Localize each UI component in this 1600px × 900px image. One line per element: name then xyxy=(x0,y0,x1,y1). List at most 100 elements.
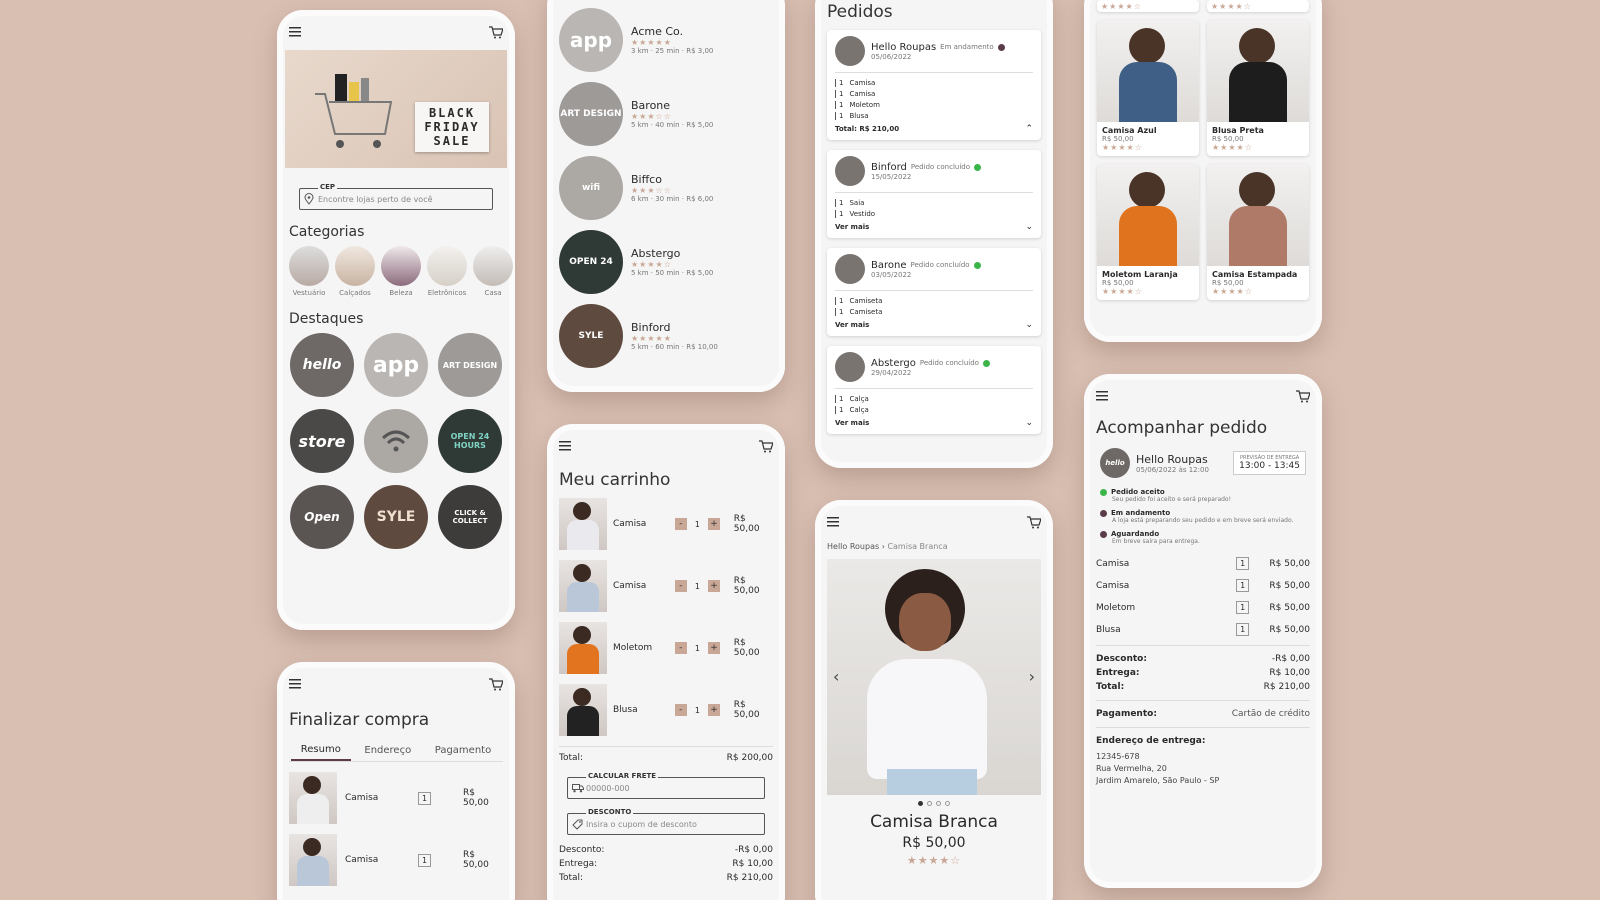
store-item[interactable]: ART DESIGN Barone ★★★☆☆ 5 km · 40 min · … xyxy=(559,82,773,146)
category-item[interactable]: Calçados xyxy=(335,246,375,297)
store-logo-app[interactable]: app xyxy=(364,333,428,397)
breadcrumb-store[interactable]: Hello Roupas xyxy=(827,542,879,551)
highlights-title: Destaques xyxy=(289,311,364,327)
menu-icon[interactable] xyxy=(559,441,571,451)
chevron-down-icon[interactable]: ⌄ xyxy=(1025,222,1033,232)
carousel-dot[interactable] xyxy=(945,801,950,806)
increase-qty-button[interactable]: + xyxy=(708,580,720,592)
order-date: 29/04/2022 xyxy=(871,368,912,377)
cart-items: Camisa - 1 + R$ 50,00 Camisa - 1 + R$ 50… xyxy=(559,498,773,736)
store-item[interactable]: SYLE Binford ★★★★★ 5 km · 60 min · R$ 10… xyxy=(559,304,773,368)
tracking-summary: Desconto: -R$ 0,00 Entrega: R$ 10,00 Total: R… xyxy=(1096,654,1310,692)
cart-icon[interactable] xyxy=(1296,389,1310,403)
checkout-item-name: Camisa xyxy=(345,855,379,865)
order-store-avatar xyxy=(835,156,865,186)
chevron-up-icon[interactable]: ⌃ xyxy=(1025,124,1033,134)
status-dot xyxy=(973,261,981,269)
black-friday-banner[interactable]: BLACK FRIDAY SALE xyxy=(285,50,507,168)
order-card[interactable]: Hello Roupas Em andamento 05/06/2022 1 Cam… xyxy=(827,30,1041,140)
cart-item-price: R$ 50,00 xyxy=(733,638,760,658)
category-item[interactable]: Eletrônicos xyxy=(427,246,467,297)
store-logo-wifi[interactable] xyxy=(364,409,428,473)
order-status: Pedido concluído xyxy=(910,163,970,171)
order-card[interactable]: Abstergo Pedido concluído 29/04/2022 1 Cal… xyxy=(827,346,1041,434)
increase-qty-button[interactable]: + xyxy=(708,642,720,654)
checkout-item-qty: 1 xyxy=(417,853,432,867)
cep-input[interactable]: CEP Encontre lojas perto de você xyxy=(299,183,493,210)
checkout-item-name: Camisa xyxy=(345,793,379,803)
product-card[interactable]: Camisa Estampada R$ 50,00 ★★★★☆ xyxy=(1207,164,1309,300)
tracking-summary-row: Total: R$ 210,00 xyxy=(1096,682,1310,692)
order-date: 15/05/2022 xyxy=(871,172,912,181)
store-info: 5 km · 50 min · R$ 5,00 xyxy=(631,269,714,277)
increase-qty-button[interactable]: + xyxy=(708,518,720,530)
tracking-step: Em andamento A loja está preparando seu … xyxy=(1100,509,1306,524)
decrease-qty-button[interactable]: - xyxy=(674,704,687,716)
tab-pagamento[interactable]: Pagamento xyxy=(425,741,501,760)
store-rating: ★★★★★ xyxy=(631,38,672,47)
tracking-store: Hello Roupas xyxy=(1136,452,1208,466)
category-item[interactable]: Beleza xyxy=(381,246,421,297)
decrease-qty-button[interactable]: - xyxy=(674,580,687,592)
store-logo-click-collect[interactable]: CLICK & COLLECT xyxy=(438,485,502,549)
order-card[interactable]: Binford Pedido concluído 15/05/2022 1 Saia… xyxy=(827,150,1041,238)
product-card[interactable]: Blusa Preta R$ 50,00 ★★★★☆ xyxy=(1207,20,1309,156)
cart-icon[interactable] xyxy=(489,25,503,39)
menu-icon[interactable] xyxy=(289,679,301,689)
store-logo-open[interactable]: Open xyxy=(290,485,354,549)
order-item: 1 Vestido xyxy=(835,210,1033,218)
order-card[interactable]: Barone Pedido concluído 03/05/2022 1 Camis… xyxy=(827,248,1041,336)
store-item[interactable]: app Acme Co. ★★★★★ 3 km · 25 min · R$ 3,… xyxy=(559,8,773,72)
carousel-dot[interactable] xyxy=(936,801,941,806)
chevron-down-icon[interactable]: ⌄ xyxy=(1025,320,1033,330)
menu-icon[interactable] xyxy=(1096,391,1108,401)
store-item[interactable]: wifi Biffco ★★★☆☆ 6 km · 30 min · R$ 6,0… xyxy=(559,156,773,220)
cart-item-qty: 1 xyxy=(694,643,700,653)
category-item[interactable]: Vestuário xyxy=(289,246,329,297)
tracking-item: Blusa 1 R$ 50,00 xyxy=(1096,623,1310,636)
cart-icon[interactable] xyxy=(489,677,503,691)
increase-qty-button[interactable]: + xyxy=(708,704,720,716)
order-store: Barone xyxy=(871,259,907,271)
menu-icon[interactable] xyxy=(827,517,839,527)
carousel-dot[interactable] xyxy=(927,801,932,806)
product-price: R$ 50,00 xyxy=(1212,279,1244,287)
checkout-tabs: Resumo Endereço Pagamento xyxy=(289,740,503,762)
order-list: Hello Roupas Em andamento 05/06/2022 1 Cam… xyxy=(827,30,1041,434)
product-card[interactable]: Camisa Azul R$ 50,00 ★★★★☆ xyxy=(1097,20,1199,156)
store-logo-art-design[interactable]: ART DESIGN xyxy=(438,333,502,397)
store-logo-open24[interactable]: OPEN 24 HOURS xyxy=(438,409,502,473)
tag-icon xyxy=(572,819,583,830)
cart-icon[interactable] xyxy=(1027,515,1041,529)
decrease-qty-button[interactable]: - xyxy=(674,642,687,654)
tab-resumo[interactable]: Resumo xyxy=(290,740,351,761)
product-card[interactable]: Moletom Laranja R$ 50,00 ★★★★☆ xyxy=(1097,164,1199,300)
order-status: Pedido concluído xyxy=(910,261,970,269)
desconto-input[interactable]: DESCONTO Insira o cupom de desconto xyxy=(567,808,765,835)
order-date: 05/06/2022 xyxy=(871,52,912,61)
frete-input[interactable]: CALCULAR FRETE 00000-000 xyxy=(567,772,765,799)
prev-image-button[interactable]: ‹ xyxy=(833,667,839,686)
cart-item-qty: 1 xyxy=(694,581,700,591)
cart-icon[interactable] xyxy=(759,439,773,453)
tab-endereco[interactable]: Endereço xyxy=(354,741,421,760)
order-footer: Ver mais xyxy=(835,419,870,427)
next-image-button[interactable]: › xyxy=(1029,667,1035,686)
chevron-down-icon[interactable]: ⌄ xyxy=(1025,418,1033,428)
product-thumb xyxy=(1207,164,1309,266)
category-item[interactable]: Casa xyxy=(473,246,513,297)
decrease-qty-button[interactable]: - xyxy=(674,518,687,530)
menu-icon[interactable] xyxy=(289,27,301,37)
product-name: Blusa Preta xyxy=(1212,126,1264,135)
store-name: Barone xyxy=(631,99,671,112)
store-logo-hello[interactable]: hello xyxy=(290,333,354,397)
store-logo-store[interactable]: store xyxy=(290,409,354,473)
wifi-icon xyxy=(381,430,411,452)
carousel-dot[interactable] xyxy=(918,801,923,806)
checkout-item-price: R$ 50,00 xyxy=(463,788,489,808)
truck-icon xyxy=(572,784,584,793)
store-logo-syle[interactable]: SYLE xyxy=(364,485,428,549)
cart-item-image xyxy=(559,684,607,736)
store-item[interactable]: OPEN 24 Abstergo ★★★★☆ 5 km · 50 min · R… xyxy=(559,230,773,294)
cart-summary: Desconto: -R$ 0,00 Entrega: R$ 10,00 Total: R… xyxy=(559,845,773,883)
